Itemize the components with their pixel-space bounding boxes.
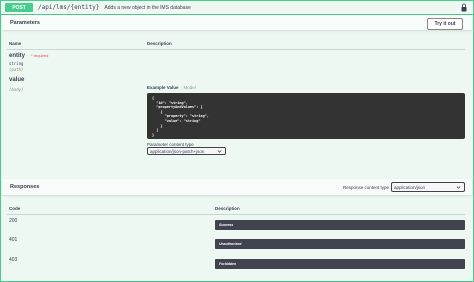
lock-icon[interactable] [461, 3, 467, 12]
param-entity-name: entity [9, 53, 26, 59]
operation-summary[interactable]: POST /api/lms/{entity} Adds a new object… [1, 1, 473, 15]
http-method-badge: POST [5, 3, 33, 12]
response-code-403: 403 [9, 257, 18, 263]
response-description-text: Unauthorized [219, 242, 242, 246]
param-entity-location: (path) [9, 67, 24, 72]
param-content-type-value: application/json-patch+json [150, 148, 205, 154]
responses-title: Responses [10, 184, 40, 190]
column-header-description: Description [147, 41, 172, 46]
endpoint-path: /api/lms/{entity} [38, 4, 100, 11]
example-value-code[interactable]: { "id": "string", "propertyAndValues": [… [147, 93, 465, 139]
param-content-type-select[interactable]: application/json-patch+json [147, 147, 226, 155]
response-content-type-select[interactable]: application/json [391, 182, 465, 192]
param-entity-required: * required [31, 53, 49, 58]
response-description-text: Success [219, 223, 234, 227]
divider [7, 49, 465, 50]
response-content-type-label: Response content type [343, 185, 390, 190]
operation-block: POST /api/lms/{entity} Adds a new object… [0, 0, 474, 282]
example-json: { "id": "string", "propertyAndValues": [… [152, 96, 209, 137]
try-it-out-button[interactable]: Try it out [427, 18, 463, 30]
endpoint-summary: Adds a new object in the lMS database [104, 4, 191, 11]
parameters-title: Parameters [10, 19, 40, 26]
response-description-403: Forbidden [215, 259, 465, 269]
response-description-200: Success [215, 220, 465, 230]
response-content-type-value: application/json [394, 184, 426, 190]
response-description-401: Unauthorized [215, 239, 465, 249]
param-value-location: (body) [9, 87, 24, 92]
chevron-down-icon [217, 150, 222, 153]
response-code-401: 401 [9, 237, 18, 243]
example-model-tabs: Example Value Model [147, 85, 196, 90]
divider [7, 214, 465, 215]
chevron-down-icon [456, 186, 461, 189]
param-value-name: value [9, 77, 25, 83]
response-code-200: 200 [9, 218, 18, 224]
column-header-name: Name [9, 41, 22, 46]
param-entity-type: string [9, 61, 24, 66]
column-header-response-description: Description [215, 206, 240, 211]
response-description-text: Forbidden [219, 262, 237, 266]
tab-model[interactable]: Model [184, 85, 196, 90]
column-header-code: Code [9, 206, 21, 211]
parameters-header: Parameters Try it out [2, 15, 472, 30]
tab-example-value[interactable]: Example Value [147, 85, 179, 90]
